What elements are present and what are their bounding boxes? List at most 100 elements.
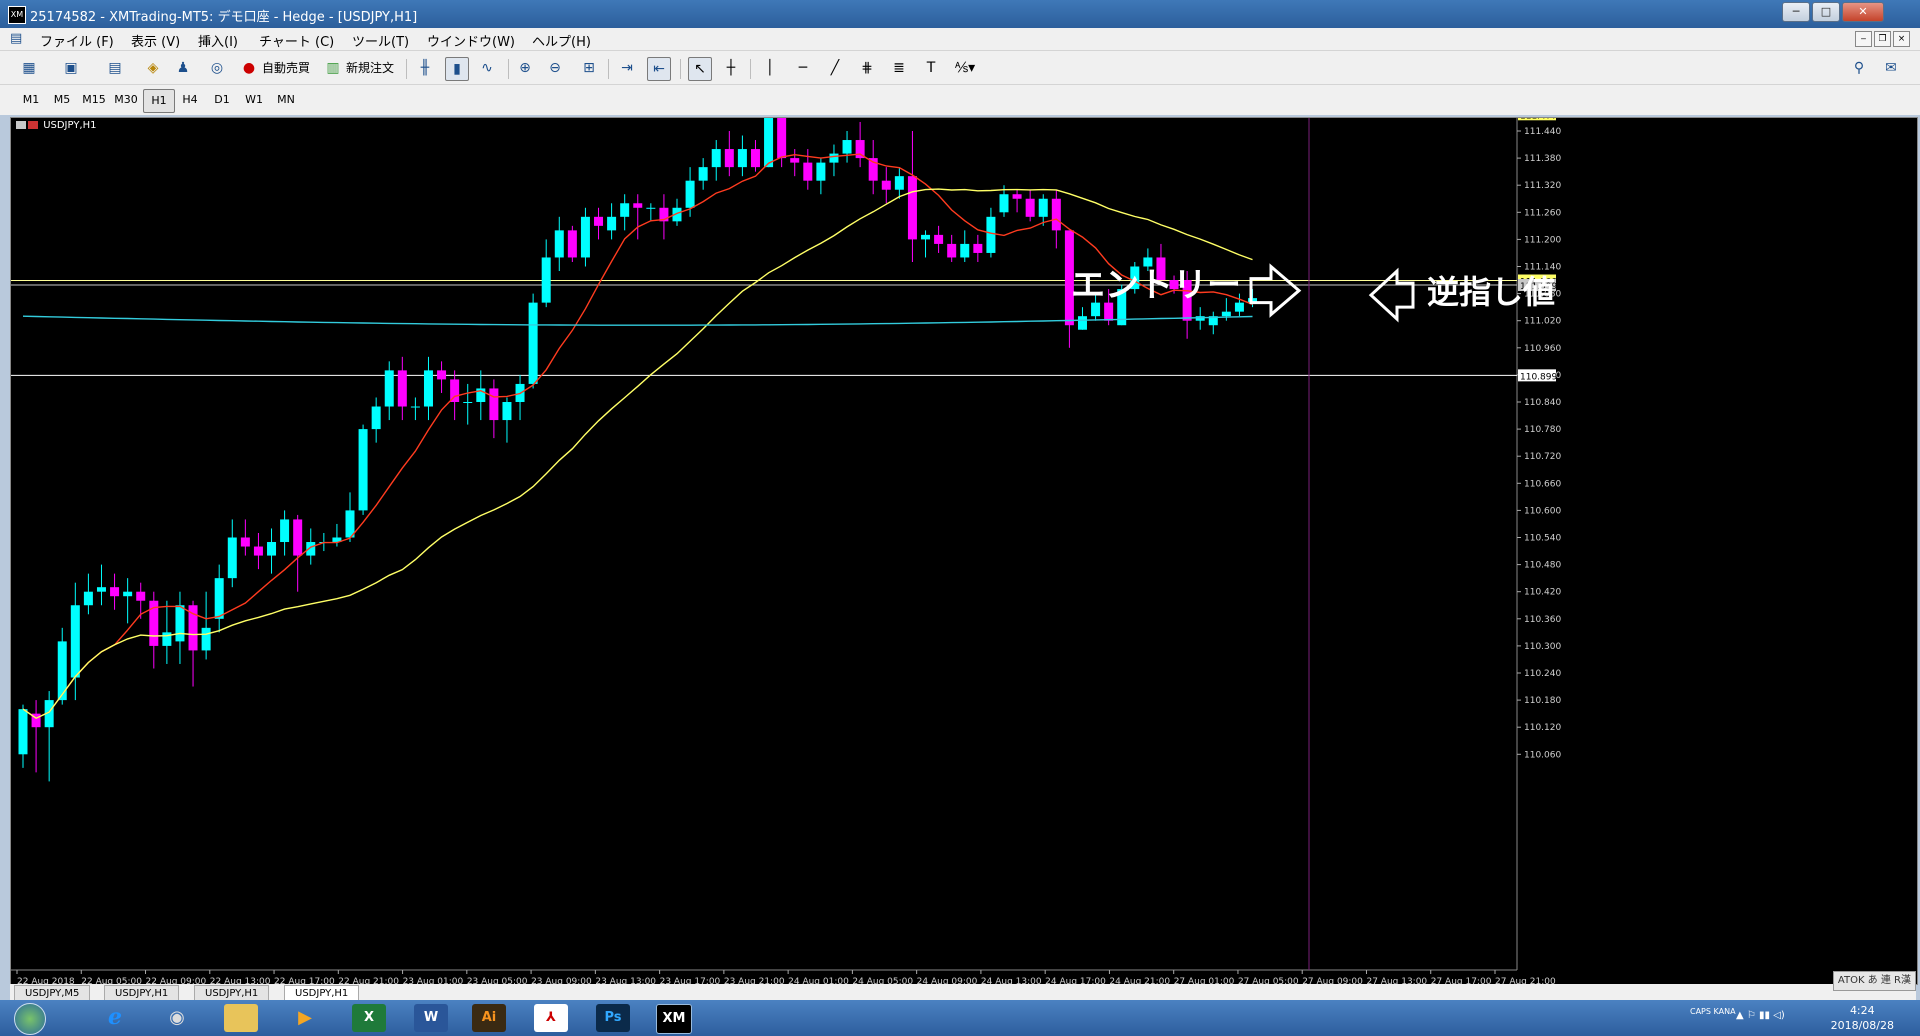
- chart-menu-icon[interactable]: ▤: [10, 31, 22, 46]
- menu-view[interactable]: 表示 (V): [131, 31, 180, 50]
- child-close-button[interactable]: ×: [1893, 31, 1910, 47]
- line-chart-icon[interactable]: ∿: [476, 57, 498, 79]
- illustrator-icon[interactable]: Ai: [472, 1004, 506, 1032]
- candle-body: [777, 117, 787, 159]
- shapes-icon[interactable]: ⅍▾: [954, 57, 976, 79]
- navigator-icon[interactable]: ♟: [172, 57, 194, 79]
- candle-body: [306, 542, 316, 556]
- photoshop-icon[interactable]: Ps: [596, 1004, 630, 1032]
- crosshair-icon[interactable]: ┼: [720, 57, 742, 79]
- candle-body: [567, 230, 577, 258]
- menu-tools[interactable]: ツール(T): [352, 31, 409, 50]
- candle-body: [934, 234, 944, 244]
- y-tick-label: 110.120: [1524, 723, 1561, 733]
- autoscroll-icon[interactable]: ⇥: [616, 57, 638, 79]
- candle-body: [790, 158, 800, 163]
- candle-body: [489, 388, 499, 421]
- system-clock[interactable]: 4:24 2018/08/28: [1831, 1003, 1894, 1033]
- tray-icons[interactable]: ▲ ⚐ ▮▮ ◁): [1736, 1010, 1785, 1021]
- zoom-in-icon[interactable]: ⊕: [514, 57, 536, 79]
- candle-body: [921, 234, 931, 240]
- timeframe-w1[interactable]: W1: [239, 89, 269, 111]
- timeframe-mn[interactable]: MN: [271, 89, 301, 111]
- menu-file[interactable]: ファイル (F): [40, 31, 114, 50]
- candle-body: [83, 591, 93, 606]
- vertical-line-icon[interactable]: │: [759, 57, 781, 79]
- candle-body: [698, 167, 708, 181]
- child-restore-button[interactable]: ❐: [1874, 31, 1891, 47]
- ime-bar[interactable]: ATOK あ 連 R漢: [1832, 971, 1916, 991]
- cursor-icon[interactable]: ↖: [688, 57, 712, 81]
- x-tick-label: 27 Aug 13:00: [1366, 977, 1427, 984]
- y-tick-label: 111.320: [1524, 181, 1561, 191]
- timeframe-h1[interactable]: H1: [143, 89, 175, 113]
- signal-icon[interactable]: ◎: [206, 57, 228, 79]
- y-tick-label: 111.380: [1524, 154, 1561, 164]
- menu-help[interactable]: ヘルプ(H): [532, 31, 591, 50]
- zoom-out-icon[interactable]: ⊖: [544, 57, 566, 79]
- new-order-icon[interactable]: ▥: [322, 57, 344, 79]
- start-button[interactable]: [14, 1003, 46, 1035]
- search-icon[interactable]: ⚲: [1848, 57, 1870, 79]
- ie-icon[interactable]: ℯ: [98, 1004, 132, 1032]
- candle-body: [973, 243, 983, 253]
- x-tick-label: 24 Aug 05:00: [852, 977, 913, 984]
- bar-chart-icon[interactable]: ╫: [414, 57, 436, 79]
- candle-body: [528, 302, 538, 384]
- fibonacci-icon[interactable]: ≣: [888, 57, 910, 79]
- minimize-button[interactable]: ─: [1782, 2, 1810, 22]
- timeframe-m30[interactable]: M30: [111, 89, 141, 111]
- candle-body: [685, 180, 695, 208]
- timeframe-m1[interactable]: M1: [16, 89, 46, 111]
- y-tick-label: 111.440: [1524, 127, 1561, 137]
- timeframe-h4[interactable]: H4: [175, 89, 205, 111]
- child-minimize-button[interactable]: ‒: [1855, 31, 1872, 47]
- maximize-button[interactable]: □: [1812, 2, 1840, 22]
- separator: [750, 59, 751, 79]
- timeframe-m5[interactable]: M5: [47, 89, 77, 111]
- separator: [680, 59, 681, 79]
- media-player-icon[interactable]: ▶: [288, 1004, 322, 1032]
- chart-shift-icon[interactable]: ⇤: [647, 57, 671, 81]
- profiles-icon[interactable]: ▣: [60, 57, 82, 79]
- xm-taskbar-icon[interactable]: XM: [656, 1004, 692, 1034]
- trendline-icon[interactable]: ╱: [824, 57, 846, 79]
- auto-trade-button[interactable]: 自動売買: [262, 59, 310, 76]
- menu-chart[interactable]: チャート (C): [259, 31, 334, 50]
- horizontal-line-icon[interactable]: ─: [792, 57, 814, 79]
- x-tick-label: 23 Aug 13:00: [595, 977, 656, 984]
- timeframe-bar: M1 M5 M15 M30 H1 H4 D1 W1 MN: [0, 85, 1920, 115]
- equidistant-channel-icon[interactable]: ⋕: [856, 57, 878, 79]
- browser-icon[interactable]: ◉: [160, 1004, 194, 1032]
- candlestick-chart-icon[interactable]: ▮: [445, 57, 469, 81]
- candle-body: [1051, 198, 1061, 231]
- expert-icon[interactable]: ◈: [142, 57, 164, 79]
- candle-body: [502, 402, 512, 421]
- candle-body: [554, 230, 564, 258]
- word-icon[interactable]: W: [414, 1004, 448, 1032]
- title-bar: XM 25174582 - XMTrading-MT5: デモ口座 - Hedg…: [0, 0, 1920, 28]
- timeframe-d1[interactable]: D1: [207, 89, 237, 111]
- templates-icon[interactable]: ▤: [104, 57, 126, 79]
- y-tick-label: 110.780: [1524, 425, 1561, 435]
- acrobat-icon[interactable]: ⅄: [534, 1004, 568, 1032]
- new-order-button[interactable]: 新規注文: [346, 59, 394, 76]
- close-button[interactable]: ✕: [1842, 2, 1884, 22]
- chat-icon[interactable]: ✉: [1880, 57, 1902, 79]
- menu-window[interactable]: ウインドウ(W): [427, 31, 515, 50]
- auto-trade-icon[interactable]: ●: [238, 57, 260, 79]
- candle-body: [437, 370, 447, 380]
- excel-icon[interactable]: X: [352, 1004, 386, 1032]
- clock-date: 2018/08/28: [1830, 1019, 1894, 1032]
- annotation-stop-loss: 逆指し値: [1427, 273, 1555, 311]
- candle-body: [711, 149, 721, 168]
- timeframe-m15[interactable]: M15: [79, 89, 109, 111]
- folder-icon[interactable]: [224, 1004, 258, 1032]
- menu-insert[interactable]: 挿入(I): [198, 31, 238, 50]
- candlestick-chart[interactable]: 111.500111.440111.380111.320111.260111.2…: [11, 100, 1917, 987]
- x-tick-label: 27 Aug 21:00: [1495, 977, 1556, 984]
- chart-window[interactable]: 111.500111.440111.380111.320111.260111.2…: [10, 100, 1918, 987]
- new-chart-icon[interactable]: ▦: [18, 57, 40, 79]
- tile-windows-icon[interactable]: ⊞: [578, 57, 600, 79]
- text-icon[interactable]: T: [920, 57, 942, 79]
